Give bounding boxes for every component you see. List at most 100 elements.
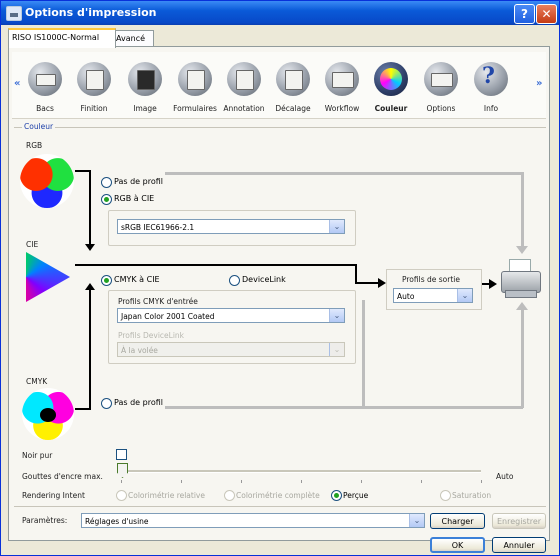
toolbar-label-couleur[interactable]: Couleur bbox=[366, 104, 416, 113]
trays-icon[interactable] bbox=[28, 62, 62, 96]
load-button[interactable]: Charger bbox=[430, 513, 485, 529]
forms-icon[interactable] bbox=[178, 62, 212, 96]
info-icon[interactable]: ? bbox=[474, 62, 508, 96]
toolbar-label-options[interactable]: Options bbox=[416, 104, 466, 113]
devicelink-label[interactable]: DeviceLink bbox=[242, 275, 286, 284]
params-value: Réglages d'usine bbox=[85, 517, 149, 526]
intent-perceptual-radio[interactable] bbox=[331, 490, 342, 501]
printer-icon bbox=[6, 6, 22, 21]
cmyk-bypass-up-line bbox=[521, 308, 524, 408]
slider-tick bbox=[361, 480, 362, 483]
devicelink-value: À la volée bbox=[121, 346, 158, 355]
intent-complete-label: Colorimétrie complète bbox=[236, 491, 320, 500]
cmyk-no-profile-radio[interactable] bbox=[101, 398, 112, 409]
noir-pur-label: Noir pur bbox=[22, 451, 53, 460]
cmyk-up-line bbox=[89, 286, 91, 408]
intent-relative-label: Colorimétrie relative bbox=[128, 491, 205, 500]
title-bar[interactable]: Options d'impression ? ✕ bbox=[1, 1, 559, 25]
slider-tick bbox=[241, 480, 242, 483]
annotation-icon[interactable] bbox=[227, 62, 261, 96]
slider-tick bbox=[301, 480, 302, 483]
intent-saturation-label: Saturation bbox=[452, 491, 492, 500]
devicelink-radio[interactable] bbox=[229, 275, 240, 286]
slider-tick bbox=[481, 480, 482, 483]
cmyk-flow-line bbox=[75, 408, 91, 410]
close-button[interactable]: ✕ bbox=[536, 4, 557, 24]
toolbar-label-formulaires[interactable]: Formulaires bbox=[170, 104, 220, 113]
cmyk-input-value: Japan Color 2001 Coated bbox=[121, 312, 215, 321]
params-select[interactable]: Réglages d'usine ⌄ bbox=[81, 513, 425, 528]
rgb-to-cie-label[interactable]: RGB à CIE bbox=[114, 194, 154, 203]
cmyk-input-label: Profils CMYK d'entrée bbox=[118, 297, 198, 306]
devicelink-bypass-line bbox=[362, 300, 365, 408]
output-profiles-value: Auto bbox=[397, 292, 415, 301]
output-profiles-label: Profils de sortie bbox=[402, 275, 460, 284]
help-button[interactable]: ? bbox=[514, 4, 535, 24]
workflow-icon[interactable] bbox=[325, 62, 359, 96]
cmyk-color-wheel-icon bbox=[22, 388, 74, 440]
rgb-profile-select[interactable]: sRGB IEC61966-2.1 ⌄ bbox=[117, 219, 345, 234]
scroll-right-icon[interactable]: » bbox=[536, 78, 542, 89]
toolbar-label-bacs[interactable]: Bacs bbox=[20, 104, 70, 113]
chevron-down-icon[interactable]: ⌄ bbox=[329, 309, 344, 322]
cmyk-to-cie-radio[interactable] bbox=[101, 275, 112, 286]
rgb-down-arrow-icon bbox=[85, 244, 95, 251]
window-title: Options d'impression bbox=[25, 6, 157, 19]
offset-icon[interactable] bbox=[276, 62, 310, 96]
save-button: Enregistrer bbox=[492, 513, 546, 529]
cmyk-bypass-line bbox=[165, 406, 523, 409]
intent-complete-radio bbox=[224, 490, 235, 501]
cie-drop-line bbox=[355, 264, 357, 282]
category-toolbar: « » Bacs Finition Image Formulaires Anno… bbox=[12, 52, 546, 119]
intent-perceptual-label[interactable]: Perçue bbox=[343, 491, 368, 500]
toolbar-label-annotation[interactable]: Annotation bbox=[219, 104, 269, 113]
slider-tick bbox=[121, 480, 122, 483]
cie-to-output-line bbox=[355, 282, 379, 284]
toolbar-label-finition[interactable]: Finition bbox=[69, 104, 119, 113]
rgb-no-profile-radio[interactable] bbox=[101, 177, 112, 188]
tab-riso-normal[interactable]: RISO IS1000C-Normal bbox=[8, 28, 116, 48]
printer-icon bbox=[497, 255, 543, 299]
cancel-button[interactable]: Annuler bbox=[492, 537, 546, 553]
output-arrow-icon bbox=[378, 278, 386, 288]
toolbar-label-image[interactable]: Image bbox=[120, 104, 170, 113]
rgb-bypass-down-line bbox=[521, 172, 524, 248]
printer-arrow-icon bbox=[489, 279, 497, 289]
rgb-label: RGB bbox=[26, 141, 43, 150]
scroll-left-icon[interactable]: « bbox=[14, 78, 20, 89]
ink-drops-slider[interactable] bbox=[121, 470, 481, 473]
rgb-bypass-arrow-icon bbox=[516, 246, 528, 254]
cie-flow-line bbox=[75, 264, 357, 266]
chevron-down-icon[interactable]: ⌄ bbox=[457, 289, 472, 302]
noir-pur-checkbox[interactable] bbox=[116, 449, 127, 460]
devicelink-profiles-label: Profils DeviceLink bbox=[118, 331, 185, 340]
rgb-bypass-line bbox=[165, 172, 523, 175]
cmyk-no-profile-label[interactable]: Pas de profil bbox=[114, 398, 163, 407]
rgb-no-profile-label[interactable]: Pas de profil bbox=[114, 177, 163, 186]
cmyk-to-cie-label[interactable]: CMYK à CIE bbox=[114, 275, 160, 284]
finishing-icon[interactable] bbox=[77, 62, 111, 96]
slider-tick bbox=[181, 480, 182, 483]
rgb-down-line bbox=[89, 170, 91, 248]
color-icon[interactable] bbox=[374, 62, 408, 96]
info-question-mark: ? bbox=[482, 63, 495, 89]
toolbar-label-workflow[interactable]: Workflow bbox=[317, 104, 367, 113]
options-icon[interactable] bbox=[424, 62, 458, 96]
cmyk-input-select[interactable]: Japan Color 2001 Coated ⌄ bbox=[117, 308, 345, 323]
toolbar-label-info[interactable]: Info bbox=[466, 104, 516, 113]
ink-drops-label: Gouttes d'encre max. bbox=[22, 472, 103, 481]
image-icon[interactable] bbox=[128, 62, 162, 96]
rgb-profile-value: sRGB IEC61966-2.1 bbox=[121, 223, 195, 232]
chevron-down-icon[interactable]: ⌄ bbox=[409, 514, 424, 527]
rendering-intent-label: Rendering Intent bbox=[22, 491, 85, 500]
cmyk-label: CMYK bbox=[26, 377, 48, 386]
cmyk-bypass-arrow-icon bbox=[516, 302, 528, 310]
ok-button[interactable]: OK bbox=[430, 537, 485, 553]
rgb-to-cie-radio[interactable] bbox=[101, 194, 112, 205]
ink-drops-value: Auto bbox=[496, 472, 514, 481]
output-profiles-select[interactable]: Auto ⌄ bbox=[393, 288, 473, 303]
intent-saturation-radio bbox=[440, 490, 451, 501]
toolbar-label-decalage[interactable]: Décalage bbox=[268, 104, 318, 113]
chevron-down-icon[interactable]: ⌄ bbox=[329, 220, 344, 233]
intent-relative-radio bbox=[116, 490, 127, 501]
